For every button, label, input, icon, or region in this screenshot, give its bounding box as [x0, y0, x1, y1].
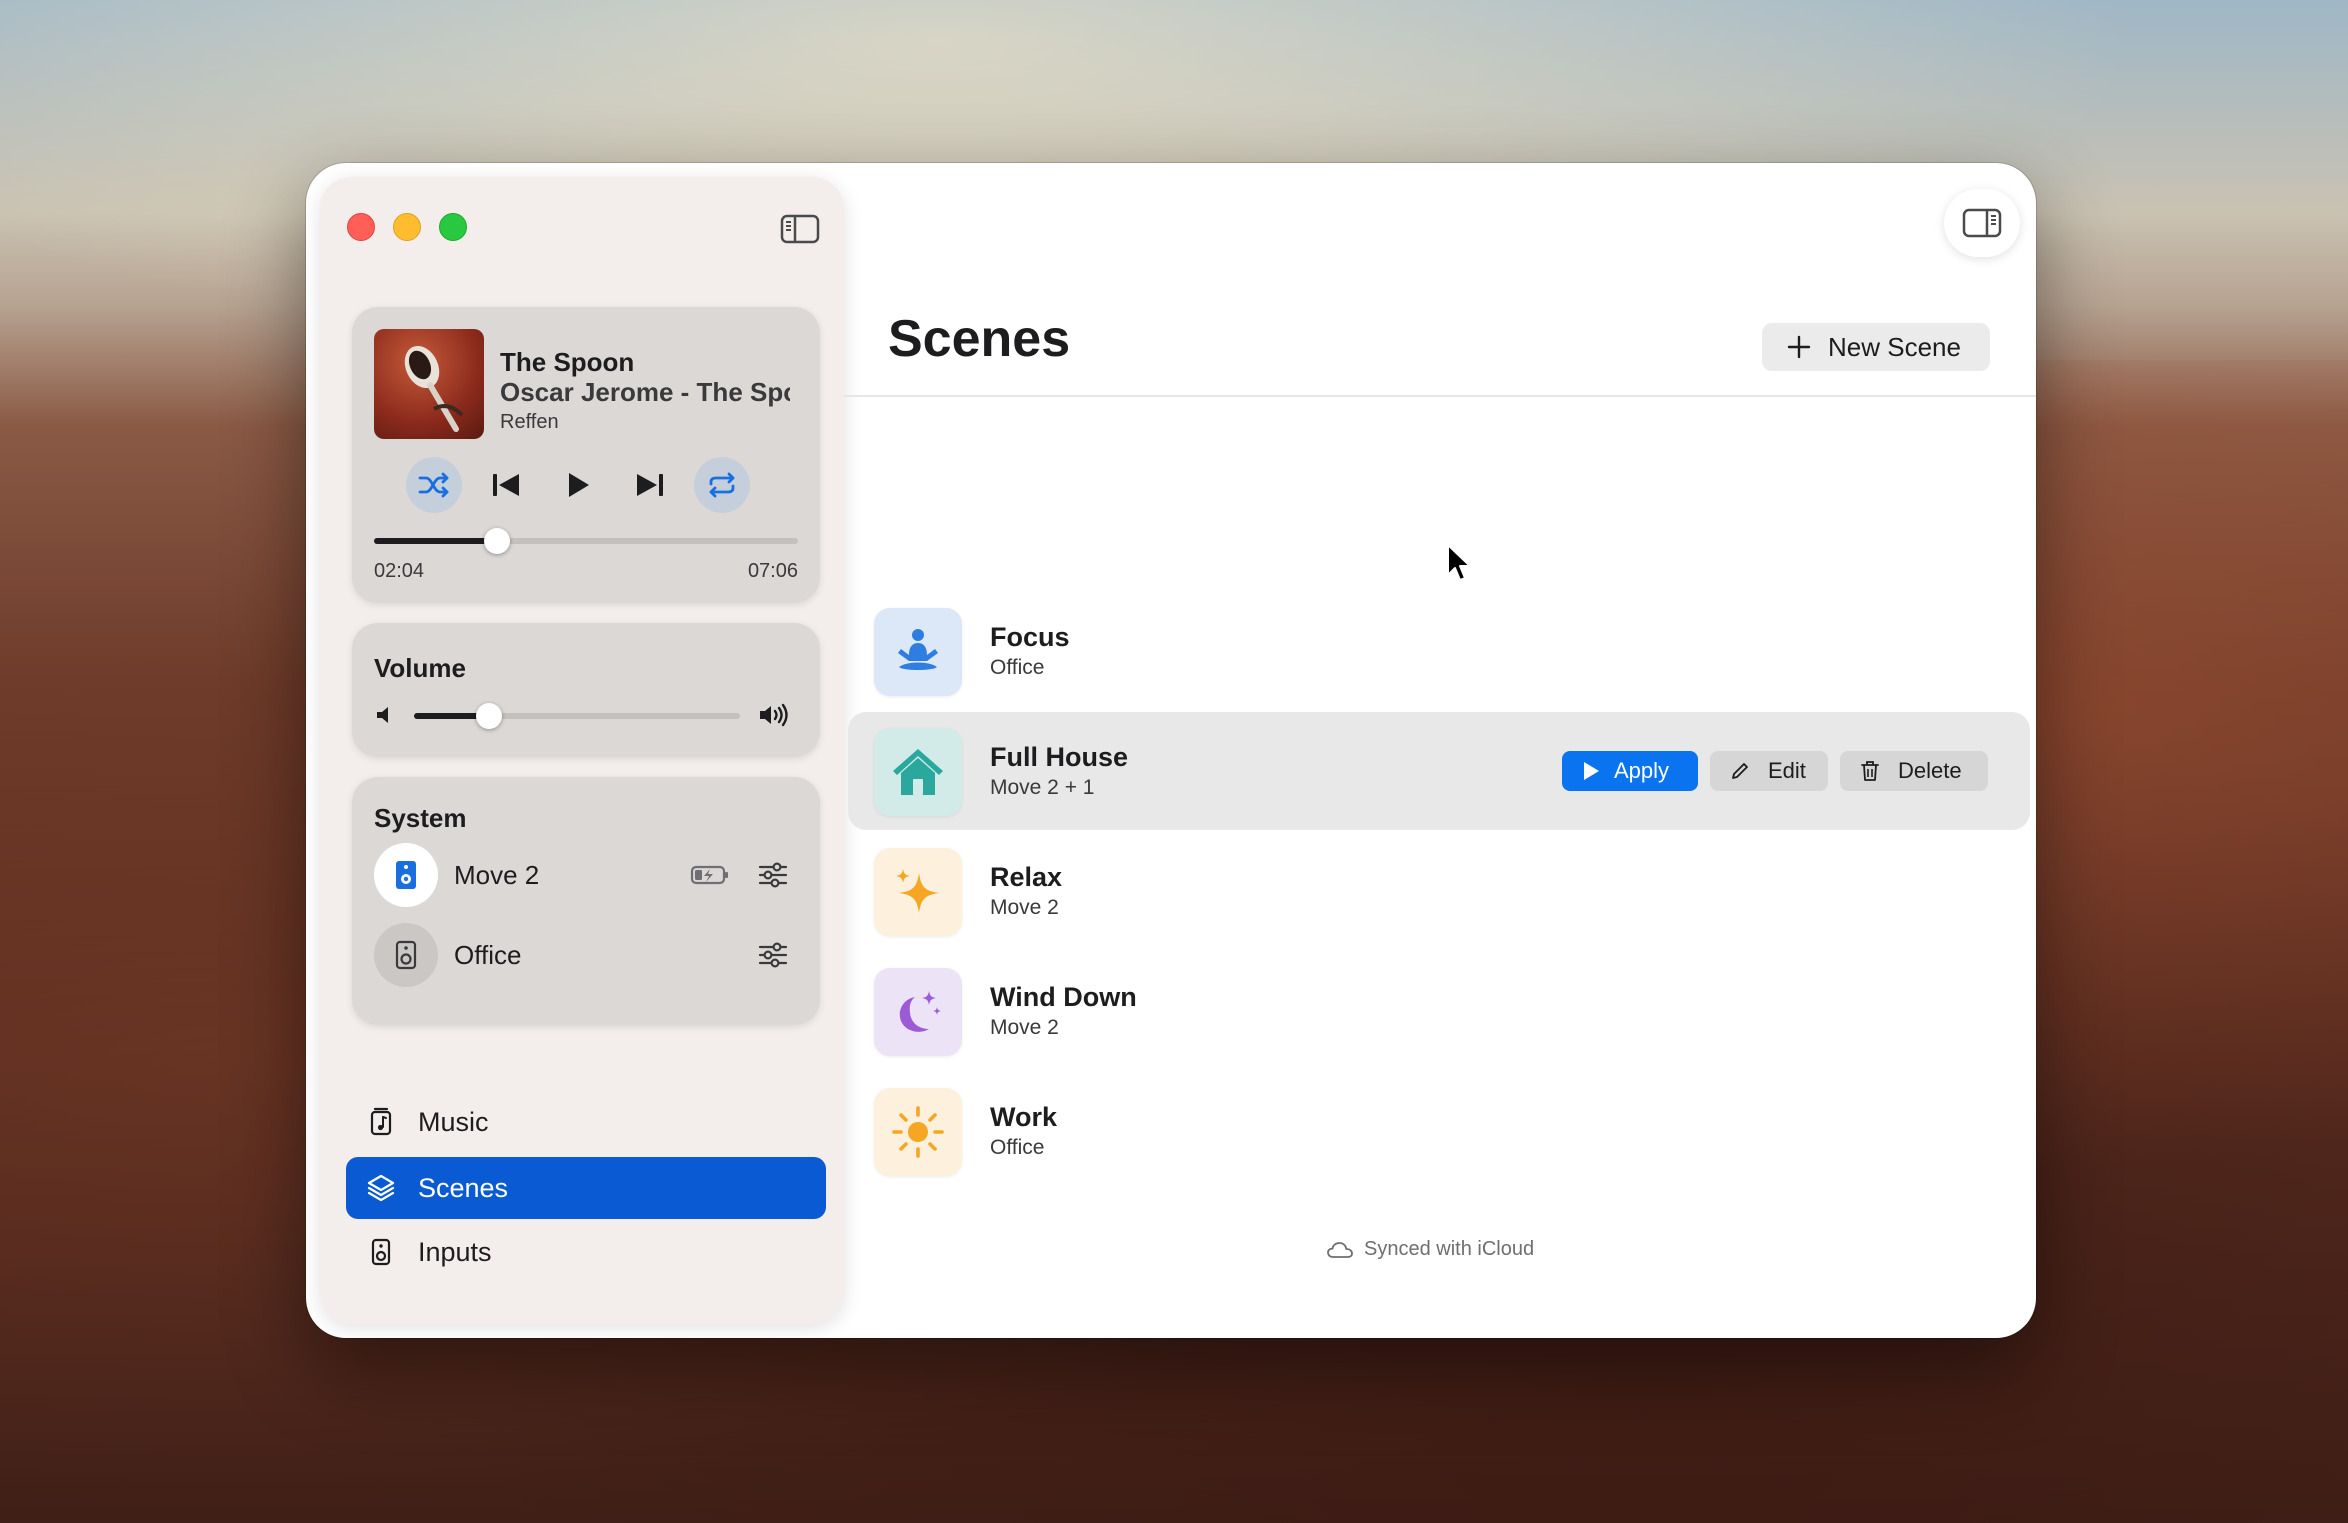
previous-track-button[interactable]: [478, 457, 534, 513]
window-close-button[interactable]: [347, 213, 375, 241]
speaker-low-icon: [377, 707, 388, 723]
inspector-toggle-icon: [1962, 208, 2002, 238]
sidebar-item-inputs[interactable]: Inputs: [346, 1221, 826, 1283]
system-title: System: [374, 803, 467, 833]
shuffle-button[interactable]: [406, 457, 462, 513]
sparkles-icon: [896, 869, 939, 913]
play-icon: [569, 473, 589, 497]
device-row-office[interactable]: Office: [374, 923, 804, 987]
new-scene-label: New Scene: [1828, 331, 1961, 362]
music-note-icon: [370, 1107, 392, 1136]
repeat-button[interactable]: [694, 457, 750, 513]
elapsed-time: 02:04: [374, 560, 425, 582]
sidebar-item-label: Inputs: [418, 1237, 492, 1267]
sync-status: Synced with iCloud: [1326, 1238, 1534, 1261]
scene-row-relax[interactable]: Relax Move 2: [848, 832, 2030, 950]
scene-row-focus[interactable]: Focus Office: [848, 592, 2030, 710]
scene-name: Relax: [990, 862, 1063, 892]
scene-icon-tile: [874, 608, 962, 696]
window-zoom-button[interactable]: [439, 213, 467, 241]
speaker-high-icon: [760, 703, 788, 727]
scene-name: Work: [990, 1102, 1058, 1132]
plus-icon: [1787, 335, 1811, 359]
layers-icon: [367, 1174, 395, 1202]
apply-button[interactable]: Apply: [1562, 751, 1698, 791]
sync-status-label: Synced with iCloud: [1364, 1238, 1535, 1260]
window-minimize-button[interactable]: [393, 213, 421, 241]
playback-progress-fill: [374, 538, 497, 544]
speaker-icon: [371, 1238, 391, 1266]
sidebar-toggle-icon[interactable]: [780, 213, 820, 245]
scene-row-full-house[interactable]: Full House Move 2 + 1 Apply Edit Delete: [848, 712, 2030, 830]
scene-icon-tile: [874, 728, 962, 816]
scene-icon-tile: [874, 1088, 962, 1176]
scene-devices: Office: [990, 1136, 1045, 1159]
scene-row-work[interactable]: Work Office: [848, 1072, 2030, 1190]
inspector-toggle-button[interactable]: [1944, 189, 2020, 257]
delete-button[interactable]: Delete: [1840, 751, 1988, 791]
scene-name: Wind Down: [990, 982, 1137, 1012]
now-playing-card: The Spoon Oscar Jerome - The Spoon Reffe…: [352, 307, 820, 603]
speaker-icon: [396, 861, 416, 889]
scene-devices: Office: [990, 656, 1045, 679]
moon-icon: [899, 991, 941, 1032]
album-art: [374, 329, 484, 439]
scene-devices: Move 2: [990, 896, 1059, 919]
scene-devices: Move 2 + 1: [990, 776, 1095, 799]
scene-name: Full House: [990, 742, 1129, 772]
mouse-pointer-icon: [1447, 544, 1471, 581]
house-icon: [893, 749, 943, 795]
next-track-icon: [637, 474, 663, 496]
play-icon: [1584, 762, 1599, 780]
scene-devices: Move 2: [990, 1016, 1059, 1039]
device-name: Move 2: [454, 860, 540, 890]
app-window: The Spoon Oscar Jerome - The Spoon Reffe…: [306, 163, 2036, 1338]
sidebar-item-scenes[interactable]: Scenes: [346, 1157, 826, 1219]
playback-progress-knob[interactable]: [483, 528, 510, 554]
track-source: Reffen: [500, 411, 559, 433]
sidebar: The Spoon Oscar Jerome - The Spoon Reffe…: [320, 177, 844, 1324]
sliders-icon[interactable]: [758, 861, 788, 889]
battery-charging-icon: [690, 865, 728, 885]
header-divider: [844, 395, 2036, 397]
delete-label: Delete: [1898, 758, 1962, 783]
sidebar-item-label: Scenes: [418, 1173, 509, 1203]
sidebar-item-label: Music: [418, 1107, 489, 1137]
speaker-icon: [395, 940, 417, 970]
device-name: Office: [454, 940, 522, 970]
new-scene-button[interactable]: New Scene: [1762, 323, 1990, 371]
playback-progress-slider[interactable]: [374, 528, 798, 554]
scene-icon-tile: [874, 848, 962, 936]
meditation-icon: [898, 629, 938, 670]
device-row-move-2[interactable]: Move 2: [374, 843, 804, 907]
repeat-icon: [709, 472, 735, 498]
edit-button[interactable]: Edit: [1710, 751, 1828, 791]
volume-title: Volume: [374, 653, 466, 683]
volume-card: Volume: [352, 623, 820, 757]
device-avatar: [374, 923, 438, 987]
sliders-icon[interactable]: [758, 941, 788, 969]
cloud-icon: [1327, 1241, 1353, 1258]
volume-knob[interactable]: [475, 703, 502, 729]
play-button[interactable]: [550, 457, 606, 513]
previous-track-icon: [493, 474, 519, 496]
sun-icon: [892, 1106, 944, 1158]
total-time: 07:06: [747, 560, 798, 582]
trash-icon: [1861, 761, 1879, 781]
track-title: The Spoon: [500, 347, 635, 377]
scene-name: Focus: [990, 622, 1070, 652]
next-track-button[interactable]: [622, 457, 678, 513]
edit-label: Edit: [1768, 758, 1806, 783]
sidebar-item-music[interactable]: Music: [346, 1091, 826, 1153]
volume-slider[interactable]: [414, 703, 740, 729]
shuffle-icon: [418, 472, 449, 498]
page-title: Scenes: [888, 310, 1071, 368]
scene-row-wind-down[interactable]: Wind Down Move 2: [848, 952, 2030, 1070]
pencil-icon: [1732, 763, 1748, 779]
system-card: System Move 2 Office: [352, 777, 820, 1025]
track-artist: Oscar Jerome - The Spoon: [500, 377, 790, 407]
scene-icon-tile: [874, 968, 962, 1056]
device-avatar: [374, 843, 438, 907]
apply-label: Apply: [1614, 758, 1670, 783]
